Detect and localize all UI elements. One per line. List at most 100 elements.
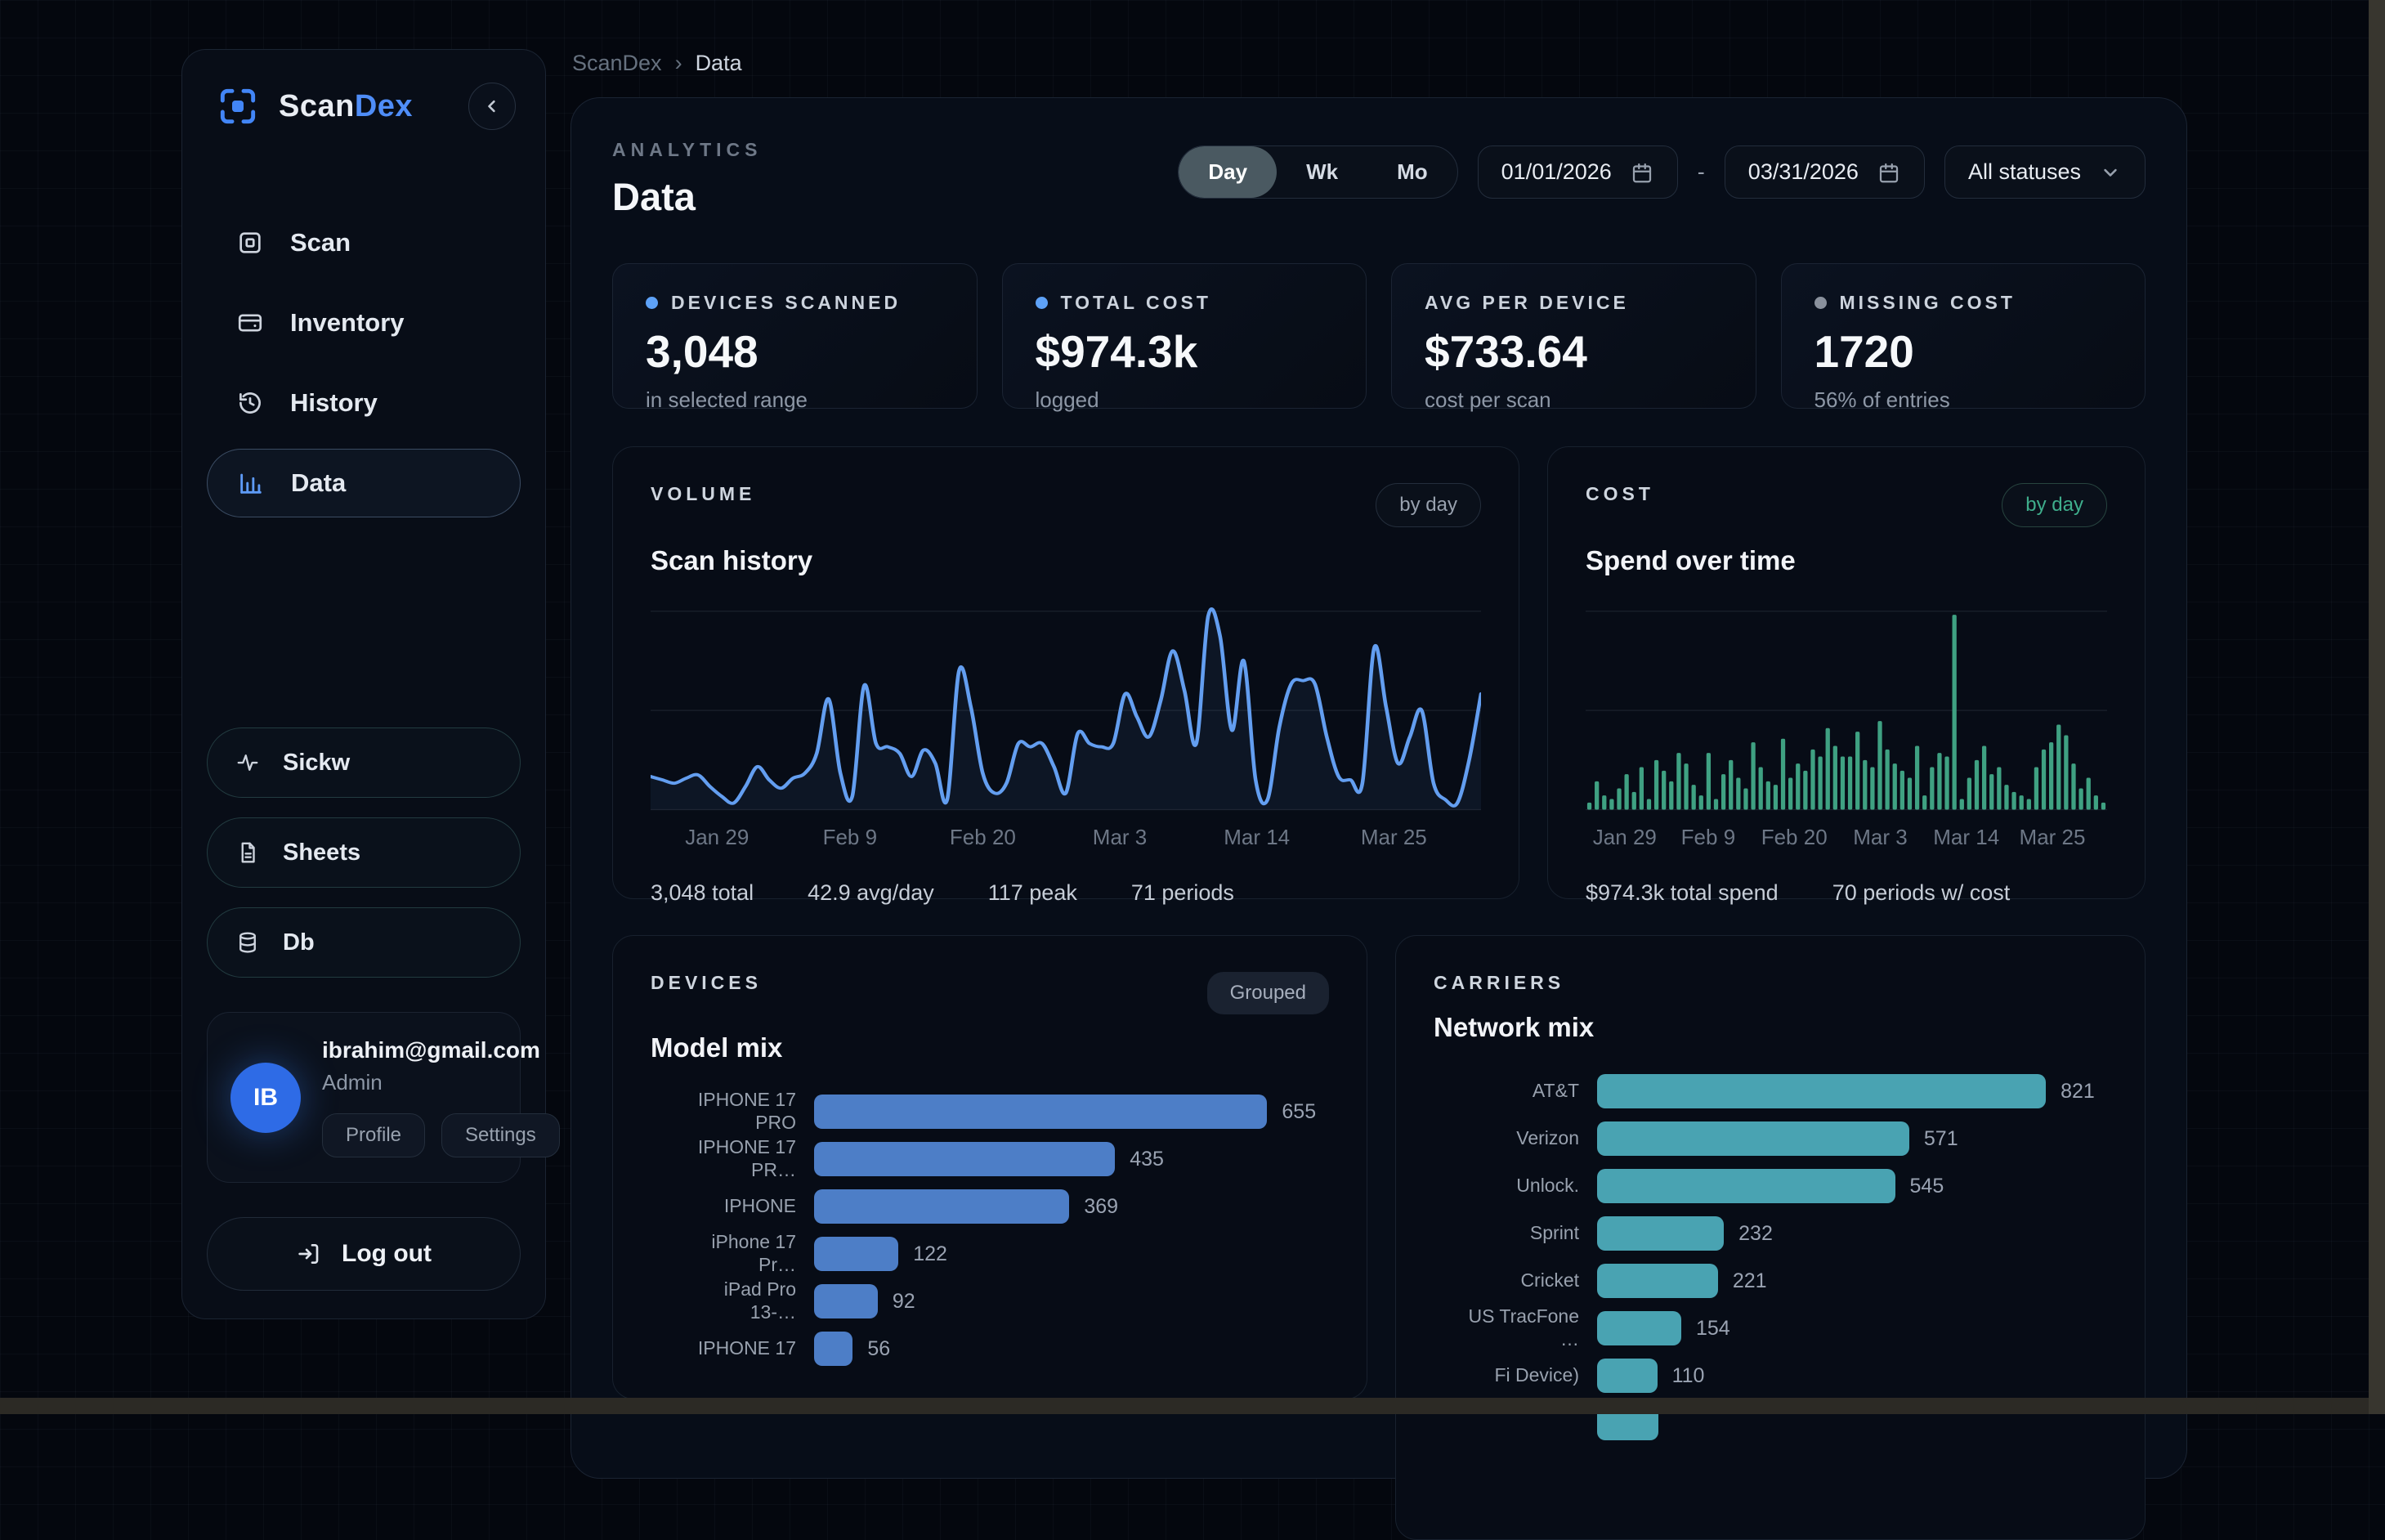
hbar-bar <box>1597 1121 1909 1156</box>
chart-eyebrow: COST <box>1586 483 1654 505</box>
hbar-row: Unlock. 545 <box>1434 1162 2107 1210</box>
stat-card-missing-cost: MISSING COST 1720 56% of entries <box>1781 263 2146 409</box>
hbar-category-label: US TracFone … <box>1434 1305 1579 1350</box>
profile-role: Admin <box>322 1070 560 1095</box>
sidebar-collapse-button[interactable] <box>468 83 516 130</box>
devices-chart-card: DEVICES Grouped Model mix IPHONE 17 PRO6… <box>612 935 1367 1399</box>
hbar-value: 122 <box>913 1242 947 1266</box>
chart-footer-stats: $974.3k total spend70 periods w/ cost <box>1586 880 2107 906</box>
hbar-bar <box>1597 1074 2046 1108</box>
sidebar-item-history[interactable]: History <box>207 369 521 437</box>
hbar-value: 545 <box>1910 1175 1944 1198</box>
hbar-bar <box>1597 1359 1658 1393</box>
profile-button[interactable]: Profile <box>322 1113 425 1157</box>
history-icon <box>236 389 264 417</box>
hbar-row: Verizon 571 <box>1434 1115 2107 1162</box>
hbar-row: iPhone 17 Pr…122 <box>651 1230 1329 1278</box>
cost-chart-card: COST by day Spend over time Jan 29Feb 9F… <box>1547 446 2146 899</box>
hbar-value: 369 <box>1084 1195 1118 1219</box>
stat-subtext: in selected range <box>646 387 944 413</box>
sidebar-item-data[interactable]: Data <box>207 449 521 517</box>
sidebar: ScanDex Scan Inventory History <box>181 49 546 1319</box>
stat-card-total-cost: TOTAL COST $974.3k logged <box>1002 263 1367 409</box>
granularity-toggle[interactable]: DayWkMo <box>1178 145 1457 199</box>
footer-stat: 3,048 total <box>651 880 754 906</box>
breadcrumb-current: Data <box>696 51 742 76</box>
date-to-input[interactable]: 03/31/2026 <box>1725 145 1925 199</box>
hbar-row: IPHONE 17 PR…435 <box>651 1135 1329 1183</box>
scan-icon <box>236 229 264 257</box>
tool-label: Sheets <box>283 839 360 866</box>
chart-title: Model mix <box>651 1032 1329 1063</box>
hbar-bar <box>814 1189 1069 1224</box>
sidebar-tool-db[interactable]: Db <box>207 907 521 978</box>
main-panel: ANALYTICS Data DayWkMo 01/01/2026 - 03/3… <box>571 97 2187 1479</box>
spend-over-time-bar-chart <box>1586 604 2107 818</box>
hbar-row: Cricket221 <box>1434 1257 2107 1305</box>
hbar-bar <box>1597 1216 1724 1251</box>
hbar-value: 435 <box>1130 1148 1164 1171</box>
logout-icon <box>296 1241 322 1267</box>
stat-card-avg-per-device: AVG PER DEVICE $733.64 cost per scan <box>1391 263 1756 409</box>
sidebar-item-scan[interactable]: Scan <box>207 208 521 277</box>
stat-dot <box>646 297 658 309</box>
x-tick-label: Mar 3 <box>1853 825 1907 850</box>
page-header: ANALYTICS Data DayWkMo 01/01/2026 - 03/3… <box>612 139 2146 219</box>
hbar-category-label: IPHONE <box>651 1195 796 1218</box>
chart-title: Scan history <box>651 545 1481 576</box>
footer-stat: 42.9 avg/day <box>808 880 934 906</box>
hbar-bar <box>1597 1264 1718 1298</box>
header-controls: DayWkMo 01/01/2026 - 03/31/2026 All stat… <box>1178 145 2146 199</box>
hbar-bar <box>814 1142 1115 1176</box>
profile-card: IB ibrahim@gmail.com Admin Profile Setti… <box>207 1012 521 1183</box>
hbar-value: 154 <box>1696 1317 1730 1341</box>
hbar-category-label: IPHONE 17 PRO <box>651 1089 796 1134</box>
settings-button[interactable]: Settings <box>441 1113 560 1157</box>
network-mix-bar-chart: AT&T821Verizon571Unlock.545Sprint232Cric… <box>1434 1068 2107 1447</box>
status-filter-dropdown[interactable]: All statuses <box>1944 145 2146 199</box>
x-tick-label: Feb 20 <box>950 825 1016 850</box>
footer-stat: 117 peak <box>988 880 1077 906</box>
date-range-separator: - <box>1698 159 1705 185</box>
window-edge-right <box>2369 0 2385 1414</box>
page-title: Data <box>612 174 763 219</box>
hbar-row: IPHONE 17 PRO655 <box>651 1088 1329 1135</box>
grouped-toggle-chip[interactable]: Grouped <box>1207 972 1329 1014</box>
hbar-category-label: Verizon <box>1434 1127 1579 1150</box>
breadcrumb: ScanDex › Data <box>572 51 742 76</box>
hbar-bar <box>1597 1169 1895 1203</box>
logout-button[interactable]: Log out <box>207 1217 521 1291</box>
stat-value: $974.3k <box>1036 325 1334 378</box>
sidebar-tool-sickw[interactable]: Sickw <box>207 727 521 798</box>
hbar-value: 232 <box>1738 1222 1773 1246</box>
stat-label: TOTAL COST <box>1061 292 1211 314</box>
chart-footer-stats: 3,048 total42.9 avg/day117 peak71 period… <box>651 880 1481 906</box>
range-option-day[interactable]: Day <box>1179 146 1277 198</box>
hbar-value: 571 <box>1924 1127 1958 1151</box>
scandex-logo-icon <box>215 83 261 129</box>
stat-subtext: cost per scan <box>1425 387 1723 413</box>
hbar-value: 821 <box>2061 1080 2095 1104</box>
x-tick-label: Feb 9 <box>823 825 878 850</box>
hbar-row: iPad Pro 13-…92 <box>651 1278 1329 1325</box>
date-from-input[interactable]: 01/01/2026 <box>1478 145 1678 199</box>
date-from-value: 01/01/2026 <box>1501 159 1612 185</box>
calendar-icon <box>1630 160 1654 185</box>
page-eyebrow: ANALYTICS <box>612 139 763 161</box>
breadcrumb-root[interactable]: ScanDex <box>572 51 662 76</box>
hbar-value: 92 <box>893 1290 915 1314</box>
sidebar-tool-sheets[interactable]: Sheets <box>207 817 521 888</box>
footer-stat: 70 periods w/ cost <box>1832 880 2011 906</box>
range-option-wk[interactable]: Wk <box>1277 146 1367 198</box>
hbar-value: 110 <box>1672 1364 1705 1388</box>
status-filter-value: All statuses <box>1968 159 2081 185</box>
window-edge-bottom <box>0 1398 2385 1414</box>
sidebar-tools: Sickw Sheets Db <box>207 727 521 978</box>
inventory-icon <box>236 309 264 337</box>
hbar-category-label: Unlock. <box>1434 1175 1579 1198</box>
time-series-row: VOLUME by day Scan history Jan 29Feb 9Fe… <box>612 446 2146 899</box>
tool-label: Sickw <box>283 750 350 777</box>
hbar-category-label: Cricket <box>1434 1269 1579 1292</box>
sidebar-item-inventory[interactable]: Inventory <box>207 289 521 357</box>
range-option-mo[interactable]: Mo <box>1367 146 1457 198</box>
